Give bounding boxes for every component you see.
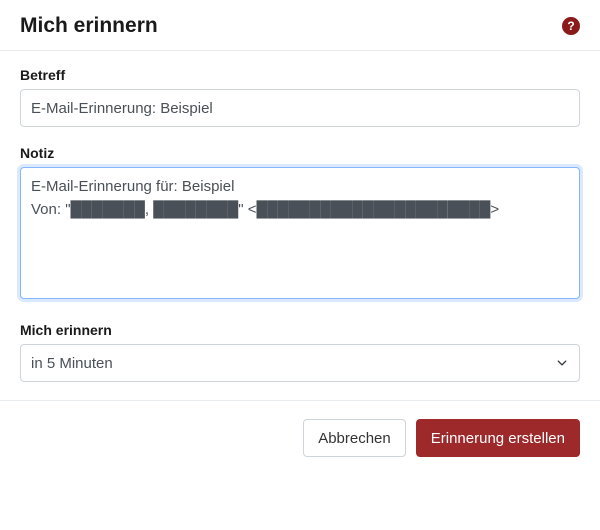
remind-label: Mich erinnern — [20, 322, 580, 338]
dialog-footer: Abbrechen Erinnerung erstellen — [0, 400, 600, 475]
subject-label: Betreff — [20, 67, 580, 83]
note-group: Notiz — [20, 145, 580, 304]
cancel-button[interactable]: Abbrechen — [303, 419, 406, 457]
remind-group: Mich erinnern in 5 Minuten — [20, 322, 580, 382]
remind-select[interactable]: in 5 Minuten — [20, 344, 580, 382]
dialog-header: Mich erinnern ? — [0, 0, 600, 51]
submit-button[interactable]: Erinnerung erstellen — [416, 419, 580, 457]
subject-input[interactable] — [20, 89, 580, 127]
note-label: Notiz — [20, 145, 580, 161]
note-textarea[interactable] — [20, 167, 580, 299]
help-icon[interactable]: ? — [562, 17, 580, 35]
dialog-body: Betreff Notiz Mich erinnern in 5 Minuten — [0, 51, 600, 382]
subject-group: Betreff — [20, 67, 580, 127]
dialog-title: Mich erinnern — [20, 14, 158, 38]
